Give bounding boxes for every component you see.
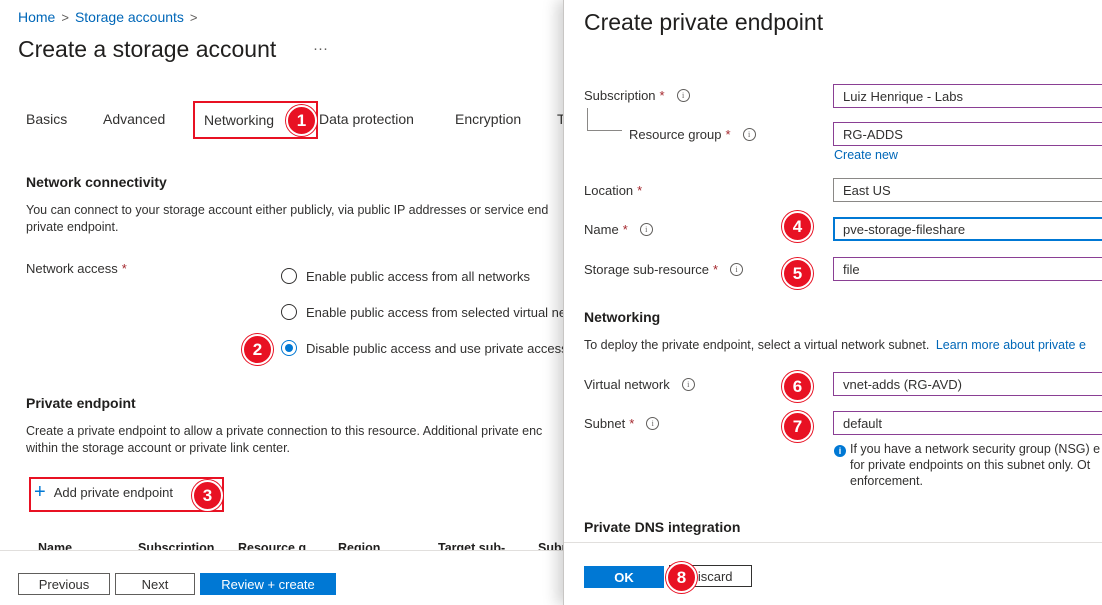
callout-badge-2: 2 — [242, 334, 273, 365]
virtual-network-label: Virtual network i — [584, 377, 695, 392]
networking-heading: Networking — [584, 309, 661, 325]
subnet-label: Subnet * i — [584, 416, 660, 431]
required-marker: * — [659, 88, 665, 103]
info-icon[interactable]: i — [676, 89, 690, 102]
previous-button[interactable]: Previous — [18, 573, 110, 595]
tree-connector — [587, 108, 588, 130]
network-connectivity-heading: Network connectivity — [26, 174, 167, 190]
radio-option-all-networks[interactable]: Enable public access from all networks — [281, 268, 530, 284]
required-marker: * — [629, 416, 635, 431]
nsg-info-line3: enforcement. — [850, 474, 923, 488]
virtual-network-dropdown[interactable]: vnet-adds (RG-AVD) — [833, 372, 1102, 396]
callout-badge-5: 5 — [782, 258, 813, 289]
nsg-info-note: i If you have a network security group (N… — [834, 441, 1100, 489]
review-create-button[interactable]: Review + create — [200, 573, 336, 595]
create-new-link[interactable]: Create new — [834, 148, 898, 162]
blade-title: Create private endpoint — [584, 9, 824, 35]
callout-badge-7: 7 — [782, 411, 813, 442]
network-access-label: Network access * — [26, 261, 127, 276]
private-endpoint-heading: Private endpoint — [26, 395, 136, 411]
wizard-footer: Previous Next Review + create — [0, 550, 563, 605]
tab-data-protection[interactable]: Data protection — [319, 111, 414, 127]
blade-footer: OK Discard 8 — [564, 542, 1102, 605]
required-marker: * — [637, 183, 643, 198]
nsg-info-line2: for private endpoints on this subnet onl… — [850, 458, 1091, 472]
required-marker: * — [713, 262, 719, 277]
callout-badge-8: 8 — [666, 562, 697, 593]
subscription-dropdown[interactable]: Luiz Henrique - Labs — [833, 84, 1102, 108]
subnet-dropdown[interactable]: default — [833, 411, 1102, 435]
tree-connector — [587, 130, 622, 131]
network-access-label-text: Network access — [26, 261, 118, 276]
tab-advanced[interactable]: Advanced — [103, 111, 165, 127]
location-label: Location * — [584, 183, 642, 198]
resource-group-label: Resource group * i — [629, 127, 756, 142]
required-marker: * — [121, 261, 127, 276]
storage-subresource-label: Storage sub-resource * i — [584, 262, 744, 277]
page-title: Create a storage account — [18, 36, 277, 62]
location-label-text: Location — [584, 183, 634, 198]
create-storage-account-page: Home > Storage accounts > Create a stora… — [0, 0, 563, 605]
virtual-network-label-text: Virtual network — [584, 377, 670, 392]
radio-button[interactable] — [281, 304, 297, 320]
private-endpoint-description-line2: within the storage account or private li… — [26, 441, 291, 455]
callout-badge-4: 4 — [782, 211, 813, 242]
callout-badge-3: 3 — [192, 480, 223, 511]
chevron-right-icon: > — [189, 9, 198, 25]
callout-badge-1: 1 — [286, 105, 317, 136]
info-icon[interactable]: i — [742, 128, 756, 141]
chevron-right-icon: > — [61, 9, 69, 25]
name-label-text: Name — [584, 222, 619, 237]
radio-option-disable-public-access[interactable]: Disable public access and use private ac… — [281, 340, 563, 356]
required-marker: * — [725, 127, 731, 142]
network-connectivity-description-line1: You can connect to your storage account … — [26, 203, 549, 217]
private-dns-heading: Private DNS integration — [584, 519, 741, 535]
subscription-label: Subscription * i — [584, 88, 690, 103]
info-filled-icon: i — [834, 445, 846, 457]
radio-option-selected-networks[interactable]: Enable public access from selected virtu… — [281, 304, 563, 320]
radio-label: Enable public access from selected virtu… — [306, 304, 563, 320]
info-icon[interactable]: i — [646, 417, 660, 430]
radio-label: Disable public access and use private ac… — [306, 340, 563, 356]
next-button[interactable]: Next — [115, 573, 195, 595]
ok-button[interactable]: OK — [584, 566, 664, 588]
create-private-endpoint-blade: Create private endpoint Subscription * i… — [563, 0, 1102, 605]
resource-group-label-text: Resource group — [629, 127, 722, 142]
more-actions-icon[interactable]: ··· — [313, 40, 328, 57]
networking-description: To deploy the private endpoint, select a… — [584, 337, 1086, 354]
info-icon[interactable]: i — [730, 263, 744, 276]
subscription-label-text: Subscription — [584, 88, 656, 103]
breadcrumb-storage-accounts[interactable]: Storage accounts — [75, 9, 184, 25]
breadcrumb-home[interactable]: Home — [18, 9, 55, 25]
private-endpoint-description-line1: Create a private endpoint to allow a pri… — [26, 424, 543, 438]
storage-subresource-dropdown[interactable]: file — [833, 257, 1102, 281]
tab-basics[interactable]: Basics — [26, 111, 67, 127]
storage-subresource-label-text: Storage sub-resource — [584, 262, 710, 277]
info-icon[interactable]: i — [681, 378, 695, 391]
radio-button-selected[interactable] — [281, 340, 297, 356]
resource-group-dropdown[interactable]: RG-ADDS — [833, 122, 1102, 146]
network-connectivity-description-line2: private endpoint. — [26, 220, 119, 234]
tab-encryption[interactable]: Encryption — [455, 111, 521, 127]
subnet-label-text: Subnet — [584, 416, 626, 431]
info-icon[interactable]: i — [639, 223, 653, 236]
location-dropdown[interactable]: East US — [833, 178, 1102, 202]
name-input[interactable]: pve-storage-fileshare — [833, 217, 1102, 241]
name-label: Name * i — [584, 222, 653, 237]
nsg-info-line1-text: If you have a network security group (NS… — [850, 442, 1101, 456]
networking-description-text: To deploy the private endpoint, select a… — [584, 338, 930, 352]
required-marker: * — [622, 222, 628, 237]
breadcrumb: Home > Storage accounts > — [18, 9, 198, 25]
nsg-info-line1: i If you have a network security group (N… — [834, 441, 1100, 457]
radio-label: Enable public access from all networks — [306, 268, 530, 284]
callout-badge-6: 6 — [782, 371, 813, 402]
learn-more-link[interactable]: Learn more about private e — [936, 338, 1086, 352]
radio-button[interactable] — [281, 268, 297, 284]
